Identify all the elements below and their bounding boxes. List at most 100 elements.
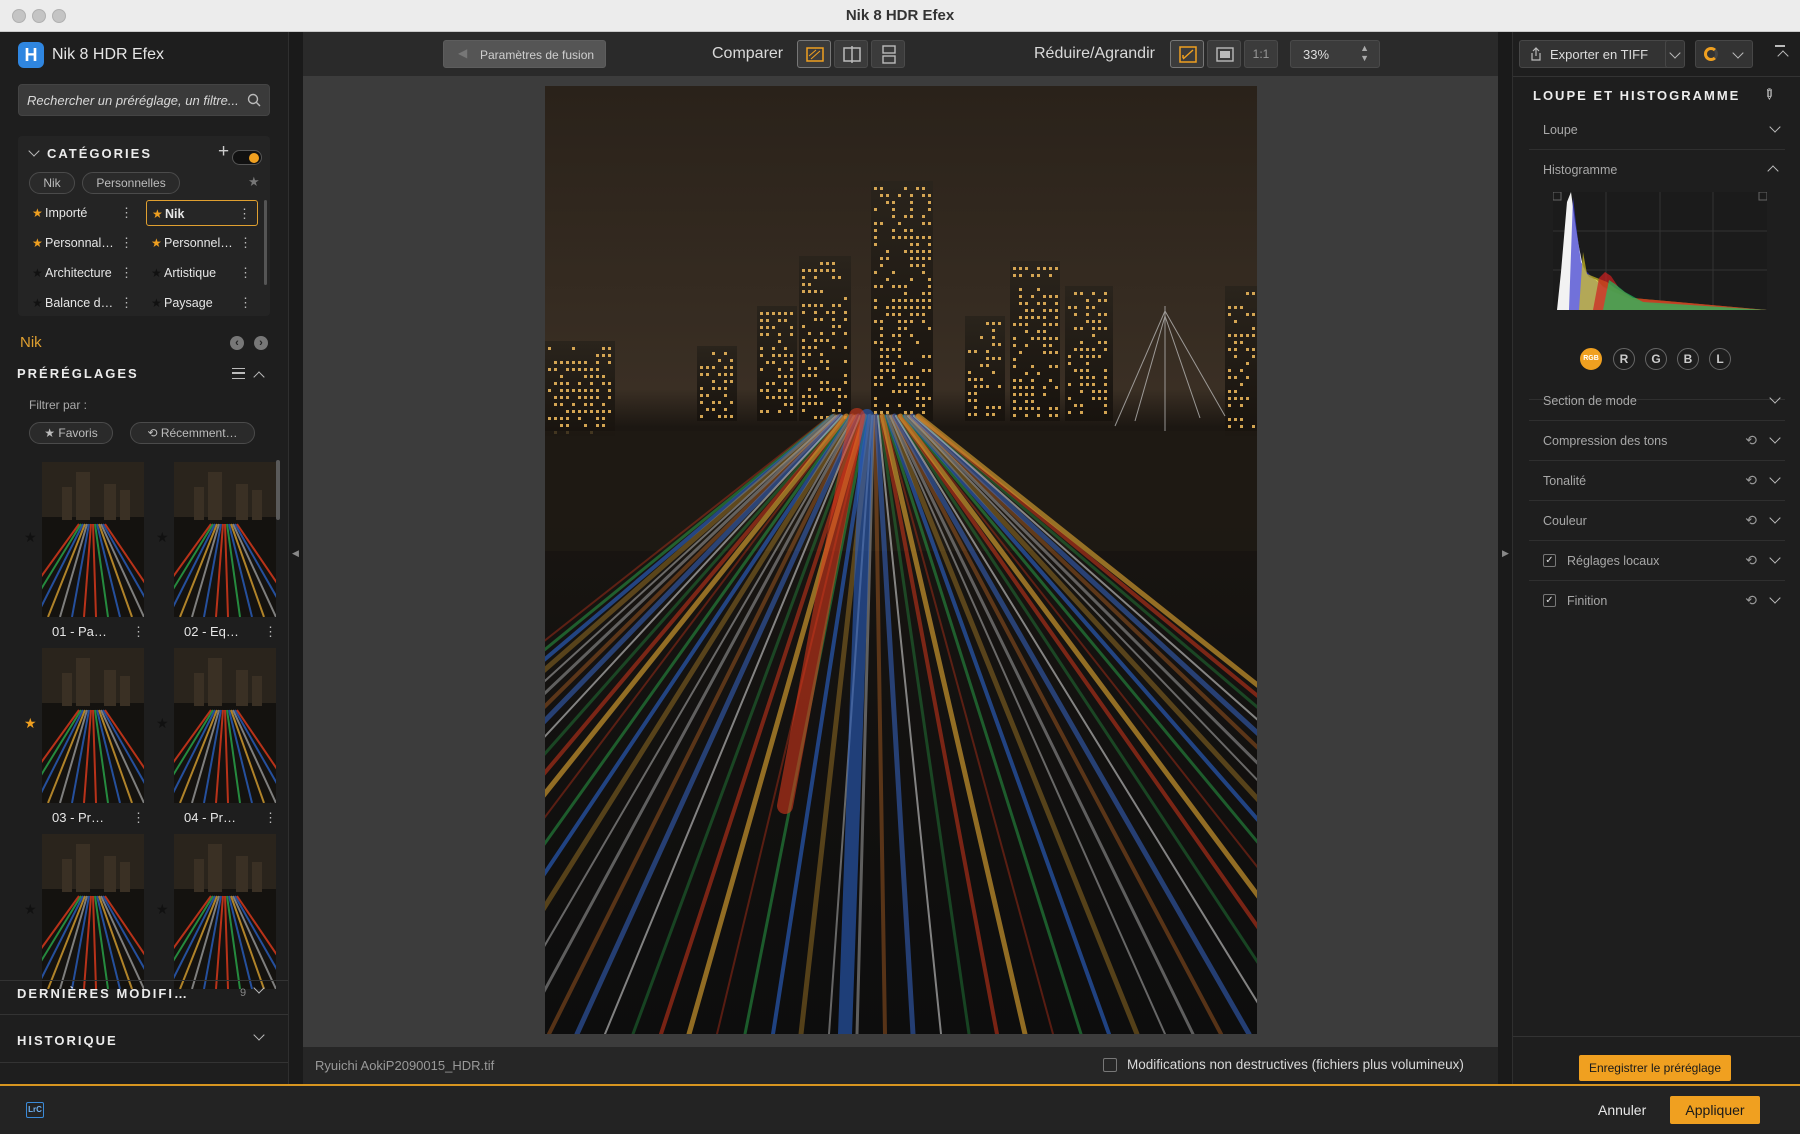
- fit-screen-button[interactable]: [1170, 40, 1204, 68]
- category-item-nik[interactable]: ★ Nik ⋮: [146, 200, 258, 226]
- more-icon[interactable]: ⋮: [120, 200, 133, 226]
- collapse-chevron-icon[interactable]: [28, 145, 40, 157]
- compare-split-button[interactable]: [834, 40, 868, 68]
- expand-history-chevron-icon[interactable]: [253, 1029, 265, 1041]
- channel-b-button[interactable]: B: [1677, 348, 1699, 370]
- image-canvas[interactable]: [303, 76, 1498, 1047]
- sync-menu-button[interactable]: [1695, 40, 1753, 68]
- reset-icon[interactable]: ⟲: [1745, 472, 1757, 489]
- finishing-row[interactable]: ✓ Finition ⟲: [1529, 581, 1785, 621]
- left-panel-collapse-bar[interactable]: ◀: [288, 32, 303, 1084]
- preset-thumbnail[interactable]: [174, 834, 276, 989]
- favorite-star-icon[interactable]: ★: [156, 529, 169, 546]
- favorite-star-icon[interactable]: ★: [156, 715, 169, 732]
- file-name: Ryuichi AokiP2090015_HDR.tif: [315, 1058, 495, 1073]
- preset-more-icon[interactable]: ⋮: [264, 624, 277, 640]
- category-item-paysage[interactable]: ★ Paysage ⋮: [146, 290, 258, 316]
- next-source-icon[interactable]: ›: [254, 336, 268, 350]
- collapse-presets-chevron-icon[interactable]: [253, 371, 265, 383]
- star-icon: ★: [44, 426, 59, 440]
- preset-more-icon[interactable]: ⋮: [132, 624, 145, 640]
- channel-rgb-button[interactable]: RGB: [1580, 348, 1602, 370]
- tonality-row[interactable]: Tonalité ⟲: [1529, 461, 1785, 501]
- zoom-level-select[interactable]: 33% ▲ ▼: [1290, 40, 1380, 68]
- fusion-params-button[interactable]: ◀ Paramètres de fusion: [443, 40, 606, 68]
- local-adjustments-row[interactable]: ✓ Réglages locaux ⟲: [1529, 541, 1785, 581]
- preset-thumbnail[interactable]: [42, 648, 144, 803]
- more-icon[interactable]: ⋮: [239, 260, 252, 286]
- previous-source-icon[interactable]: ‹: [230, 336, 244, 350]
- filter-favorites-button[interactable]: ★ Favoris: [29, 422, 113, 444]
- categories-scrollbar[interactable]: [264, 200, 267, 285]
- compare-single-button[interactable]: [797, 40, 831, 68]
- category-item-importe[interactable]: ★ Importé ⋮: [27, 200, 139, 226]
- preset-thumbnail[interactable]: [174, 462, 276, 617]
- right-panel-collapse-bar[interactable]: ▶: [1498, 32, 1513, 1084]
- cancel-button[interactable]: Annuler: [1598, 1102, 1646, 1118]
- section-mode-row[interactable]: Section de mode: [1529, 381, 1785, 421]
- one-to-one-button[interactable]: 1:1: [1244, 40, 1278, 68]
- more-icon[interactable]: ⋮: [239, 290, 252, 316]
- channel-r-button[interactable]: R: [1613, 348, 1635, 370]
- export-options-dropdown[interactable]: [1665, 40, 1685, 68]
- collapse-left-icon[interactable]: ◀: [292, 548, 299, 559]
- star-icon: ★: [32, 206, 43, 220]
- filter-recent-button[interactable]: ⟲ Récemment…: [130, 422, 255, 444]
- preset-thumbnail[interactable]: [42, 834, 144, 989]
- preset-thumbnail[interactable]: [42, 462, 144, 617]
- star-icon: ★: [32, 236, 43, 250]
- presets-scrollbar[interactable]: [276, 460, 280, 520]
- more-icon[interactable]: ⋮: [238, 201, 251, 227]
- list-view-icon[interactable]: [232, 368, 245, 379]
- more-icon[interactable]: ⋮: [120, 260, 133, 286]
- category-item-architecture[interactable]: ★ Architecture ⋮: [27, 260, 139, 286]
- export-button[interactable]: Exporter en TIFF: [1519, 40, 1677, 68]
- favorite-star-icon[interactable]: ★: [24, 715, 37, 732]
- zoom-level-value: 33%: [1303, 47, 1330, 62]
- reset-icon[interactable]: ⟲: [1745, 552, 1757, 569]
- fill-screen-button[interactable]: [1207, 40, 1241, 68]
- preset-more-icon[interactable]: ⋮: [264, 810, 277, 826]
- category-item-personnel[interactable]: ★ Personnel… ⋮: [146, 230, 258, 256]
- preset-thumbnail[interactable]: [174, 648, 276, 803]
- category-item-artistique[interactable]: ★ Artistique ⋮: [146, 260, 258, 286]
- collapse-histogram-icon[interactable]: [1767, 165, 1779, 177]
- category-pill-nik[interactable]: Nik: [29, 172, 75, 194]
- more-icon[interactable]: ⋮: [120, 230, 133, 256]
- compare-side-button[interactable]: [871, 40, 905, 68]
- search-box[interactable]: [18, 84, 270, 116]
- finishing-checkbox[interactable]: ✓: [1543, 594, 1556, 607]
- collapse-panel-icon[interactable]: [1777, 50, 1789, 62]
- preset-more-icon[interactable]: ⋮: [132, 810, 145, 826]
- save-preset-button[interactable]: Enregistrer le préréglage: [1579, 1055, 1731, 1081]
- channel-g-button[interactable]: G: [1645, 348, 1667, 370]
- search-icon[interactable]: [247, 93, 261, 107]
- more-icon[interactable]: ⋮: [239, 230, 252, 256]
- reset-icon[interactable]: ⟲: [1745, 512, 1757, 529]
- loupe-row[interactable]: Loupe: [1529, 110, 1785, 150]
- reset-icon[interactable]: ⟲: [1745, 592, 1757, 609]
- apply-button[interactable]: Appliquer: [1670, 1096, 1760, 1124]
- star-icon: ★: [32, 296, 43, 310]
- favorite-filter-star-icon[interactable]: ★: [248, 174, 260, 190]
- category-item-personnalise[interactable]: ★ Personnal… ⋮: [27, 230, 139, 256]
- reset-icon[interactable]: ⟲: [1745, 432, 1757, 449]
- favorite-star-icon[interactable]: ★: [24, 529, 37, 546]
- favorite-star-icon[interactable]: ★: [156, 901, 169, 918]
- channel-l-button[interactable]: L: [1709, 348, 1731, 370]
- filter-label: Filtrer par :: [29, 398, 88, 412]
- pin-icon[interactable]: ✎: [1759, 84, 1779, 104]
- categories-toggle[interactable]: [232, 150, 262, 165]
- tone-compression-row[interactable]: Compression des tons ⟲: [1529, 421, 1785, 461]
- category-pill-personnelles[interactable]: Personnelles: [82, 172, 180, 194]
- local-adjustments-checkbox[interactable]: ✓: [1543, 554, 1556, 567]
- category-item-balance[interactable]: ★ Balance d… ⋮: [27, 290, 139, 316]
- color-row[interactable]: Couleur ⟲: [1529, 501, 1785, 541]
- preview-image[interactable]: [545, 86, 1257, 1034]
- search-input[interactable]: [27, 85, 241, 115]
- more-icon[interactable]: ⋮: [120, 290, 133, 316]
- favorite-star-icon[interactable]: ★: [24, 901, 37, 918]
- add-category-icon[interactable]: +: [218, 141, 229, 163]
- collapse-right-icon[interactable]: ▶: [1502, 548, 1509, 559]
- nondestructive-checkbox[interactable]: [1103, 1058, 1117, 1072]
